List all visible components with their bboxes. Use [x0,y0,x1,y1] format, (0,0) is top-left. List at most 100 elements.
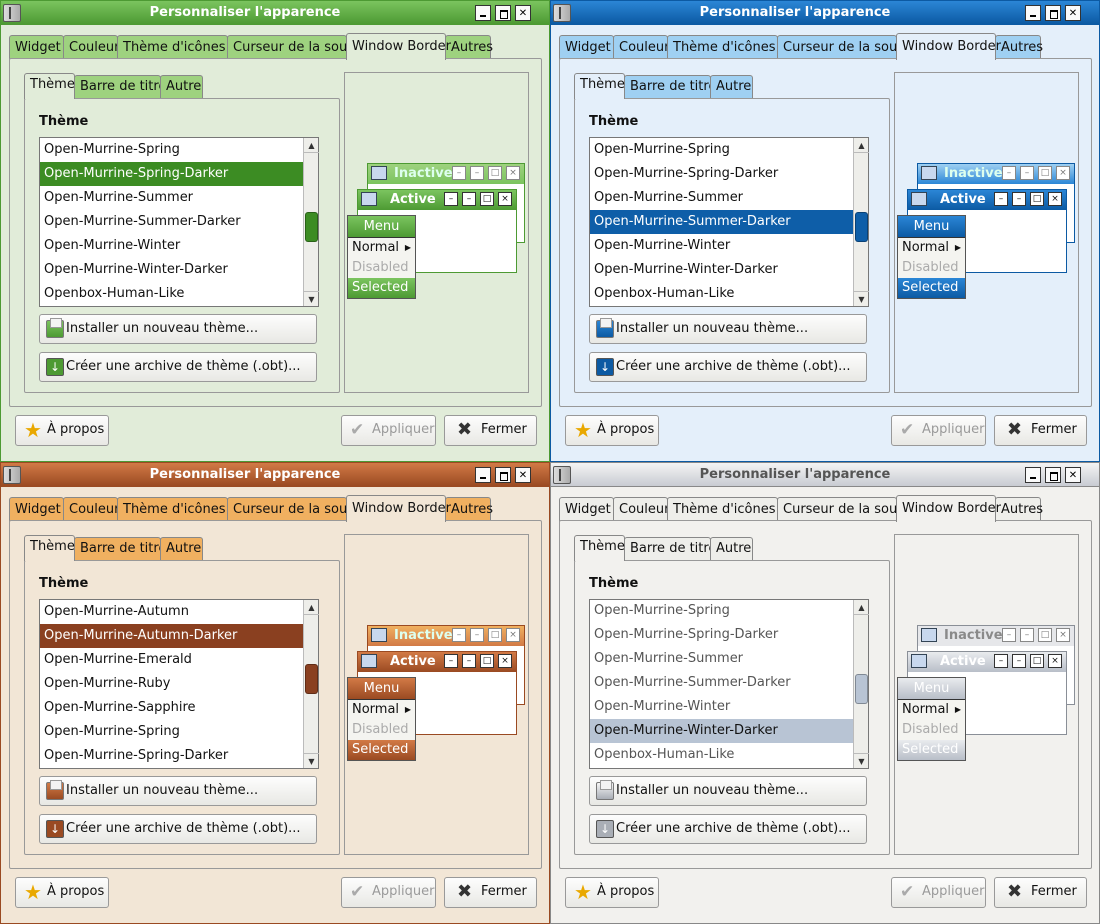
about-button[interactable]: ★ À propos [565,877,659,908]
tab-autres[interactable]: Autres [445,497,493,522]
app-icon[interactable] [3,466,21,484]
tab-couleur[interactable]: Couleur [613,35,669,60]
theme-row[interactable]: Open-Murrine-Winter-Darker [590,258,853,282]
close-window-button[interactable] [515,5,531,21]
apply-button[interactable]: ✔ Appliquer [891,877,986,908]
theme-list[interactable]: Open-Murrine-Spring Open-Murrine-Spring-D… [589,137,869,307]
preview-close-icon[interactable]: × [498,654,512,668]
theme-row[interactable]: Open-Murrine-Summer-Darker [590,671,853,695]
subtab-th-me[interactable]: Thème [574,535,625,561]
subtab-barre-de-titre[interactable]: Barre de titre [624,537,716,561]
menu-item-selected[interactable]: Selected [898,278,965,298]
preview-minimize-icon[interactable]: – [462,192,476,206]
preview-shade-icon[interactable]: – [994,192,1008,206]
preview-close-icon[interactable]: × [1048,654,1062,668]
scroll-thumb[interactable] [855,212,868,242]
scroll-up-arrow[interactable]: ▲ [854,600,869,615]
tab-window-border[interactable]: Window Border [896,495,1001,522]
scroll-down-arrow[interactable]: ▼ [304,291,319,306]
preview-maximize-icon[interactable]: □ [480,654,494,668]
preview-shade-icon[interactable]: – [452,628,466,642]
close-window-button[interactable] [1065,467,1081,483]
preview-minimize-icon[interactable]: – [1020,166,1034,180]
subtab-th-me[interactable]: Thème [24,73,75,99]
preview-maximize-icon[interactable]: □ [1038,166,1052,180]
maximize-button[interactable] [495,467,511,483]
maximize-button[interactable] [1045,467,1061,483]
subtab-barre-de-titre[interactable]: Barre de titre [74,75,166,99]
preview-maximize-icon[interactable]: □ [488,166,502,180]
minimize-button[interactable] [475,467,491,483]
preview-close-icon[interactable]: × [1048,192,1062,206]
create-archive-button[interactable]: ↓ Créer une archive de thème (.obt)... [589,814,867,844]
theme-row[interactable]: Open-Murrine-Spring [40,138,303,162]
apply-button[interactable]: ✔ Appliquer [341,877,436,908]
theme-row[interactable]: Open-Murrine-Winter-Darker [590,719,853,743]
list-scrollbar[interactable]: ▲ ▼ [853,600,869,768]
tab-widget[interactable]: Widget [559,497,614,522]
menu-item-normal[interactable]: Normal ▶ [898,238,965,258]
tab-curseur-de-la-souris[interactable]: Curseur de la souris [777,35,913,60]
title-bar[interactable]: Personnaliser l'apparence [1,463,549,487]
tab-window-border[interactable]: Window Border [896,33,1001,60]
about-button[interactable]: ★ À propos [565,415,659,446]
apply-button[interactable]: ✔ Appliquer [891,415,986,446]
theme-row[interactable]: Open-Murrine-Summer [40,186,303,210]
menu-item-normal[interactable]: Normal ▶ [348,700,415,720]
maximize-button[interactable] [495,5,511,21]
preview-minimize-icon[interactable]: – [462,654,476,668]
close-button[interactable]: ✖ Fermer [994,877,1087,908]
preview-shade-icon[interactable]: – [444,192,458,206]
theme-row[interactable]: Open-Murrine-Ruby [40,672,303,696]
scroll-up-arrow[interactable]: ▲ [854,138,869,153]
list-scrollbar[interactable]: ▲ ▼ [853,138,869,306]
app-icon[interactable] [3,4,21,22]
subtab-barre-de-titre[interactable]: Barre de titre [624,75,716,99]
preview-shade-icon[interactable]: – [1002,628,1016,642]
tab-widget[interactable]: Widget [559,35,614,60]
tab-autres[interactable]: Autres [995,497,1043,522]
theme-row[interactable]: Open-Murrine-Emerald [40,648,303,672]
preview-maximize-icon[interactable]: □ [480,192,494,206]
preview-maximize-icon[interactable]: □ [1038,628,1052,642]
theme-row[interactable]: Open-Murrine-Winter [40,234,303,258]
theme-row[interactable]: Openbox-Human-Like [590,282,853,306]
theme-row[interactable]: Open-Murrine-Spring-Darker [40,162,303,186]
preview-minimize-icon[interactable]: – [470,628,484,642]
tab-th-me-d-ic-nes[interactable]: Thème d'icônes [667,497,778,522]
subtab-th-me[interactable]: Thème [574,73,625,99]
preview-minimize-icon[interactable]: – [1012,654,1026,668]
theme-row[interactable]: Openbox-Human-Like [40,282,303,306]
scroll-thumb[interactable] [305,212,318,242]
theme-row[interactable]: Open-Murrine-Spring [40,720,303,744]
preview-close-icon[interactable]: × [498,192,512,206]
install-theme-button[interactable]: Installer un nouveau thème... [39,776,317,806]
create-archive-button[interactable]: ↓ Créer une archive de thème (.obt)... [39,814,317,844]
scroll-down-arrow[interactable]: ▼ [854,753,869,768]
preview-maximize-icon[interactable]: □ [1030,654,1044,668]
tab-window-border[interactable]: Window Border [346,495,451,522]
tab-couleur[interactable]: Couleur [613,497,669,522]
close-window-button[interactable] [515,467,531,483]
theme-row[interactable]: Open-Murrine-Summer-Darker [40,210,303,234]
install-theme-button[interactable]: Installer un nouveau thème... [589,776,867,806]
theme-row[interactable]: Open-Murrine-Winter-Darker [40,258,303,282]
menu-item-selected[interactable]: Selected [898,740,965,760]
close-window-button[interactable] [1065,5,1081,21]
preview-shade-icon[interactable]: – [994,654,1008,668]
preview-minimize-icon[interactable]: – [470,166,484,180]
theme-row[interactable]: Open-Murrine-Summer [590,647,853,671]
theme-row[interactable]: Open-Murrine-Summer-Darker [590,210,853,234]
theme-row[interactable]: Open-Murrine-Summer [590,186,853,210]
subtab-barre-de-titre[interactable]: Barre de titre [74,537,166,561]
apply-button[interactable]: ✔ Appliquer [341,415,436,446]
theme-row[interactable]: Open-Murrine-Spring [590,138,853,162]
minimize-button[interactable] [475,5,491,21]
app-icon[interactable] [553,4,571,22]
close-button[interactable]: ✖ Fermer [994,415,1087,446]
tab-autres[interactable]: Autres [445,35,493,60]
tab-th-me-d-ic-nes[interactable]: Thème d'icônes [117,497,228,522]
theme-row[interactable]: Open-Murrine-Spring [590,600,853,623]
preview-shade-icon[interactable]: – [452,166,466,180]
menu-item-selected[interactable]: Selected [348,278,415,298]
